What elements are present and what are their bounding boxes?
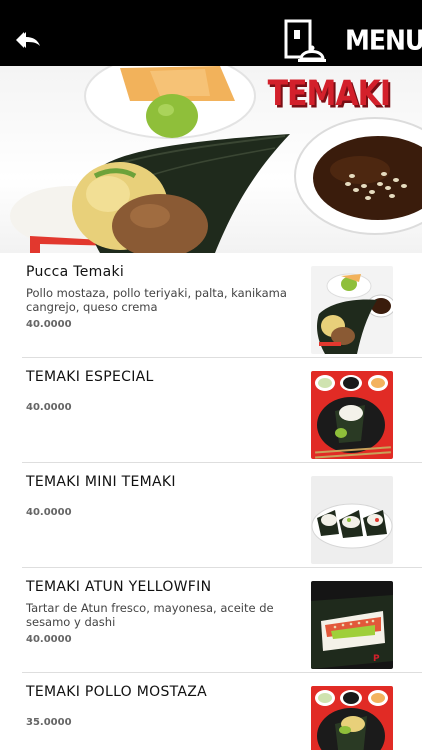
item-price: 40.0000 [26, 319, 72, 330]
menu-cloche-icon[interactable] [283, 19, 327, 65]
item-thumbnail [311, 686, 393, 750]
item-price: 40.0000 [26, 507, 72, 518]
item-description: Tartar de Atun fresco, mayonesa, aceite … [26, 601, 274, 629]
item-description: Pollo mostaza, pollo teriyaki, palta, ka… [26, 286, 287, 314]
back-arrow-icon[interactable] [16, 28, 46, 52]
item-name: TEMAKI ESPECIAL [26, 369, 154, 385]
item-name: TEMAKI MINI TEMAKI [26, 474, 176, 490]
list-item[interactable]: TEMAKI ATUN YELLOWFIN Tartar de Atun fre… [22, 568, 422, 673]
svg-text:P: P [373, 654, 380, 664]
list-item[interactable]: Pucca Temaki Pollo mostaza, pollo teriya… [22, 253, 422, 358]
item-price: 40.0000 [26, 634, 72, 645]
item-thumbnail [311, 371, 393, 459]
item-name: TEMAKI ATUN YELLOWFIN [26, 579, 212, 595]
item-thumbnail: P [311, 581, 393, 669]
list-item[interactable]: TEMAKI ESPECIAL 40.0000 [22, 358, 422, 463]
item-name: TEMAKI POLLO MOSTAZA [26, 684, 208, 700]
menu-label[interactable]: MENU [345, 24, 422, 56]
top-bar: MENU [0, 0, 422, 66]
item-name: Pucca Temaki [26, 264, 125, 280]
menu-list: Pucca Temaki Pollo mostaza, pollo teriya… [22, 253, 422, 750]
hero-title: TEMAKI [267, 74, 391, 115]
hero-banner: TEMAKI [0, 66, 422, 253]
item-price: 35.0000 [26, 717, 72, 728]
item-thumbnail [311, 476, 393, 564]
back-button[interactable] [16, 28, 46, 52]
item-thumbnail [311, 266, 393, 354]
list-item[interactable]: TEMAKI MINI TEMAKI 40.0000 [22, 463, 422, 568]
item-price: 40.0000 [26, 402, 72, 413]
list-item[interactable]: TEMAKI POLLO MOSTAZA 35.0000 [22, 673, 422, 750]
